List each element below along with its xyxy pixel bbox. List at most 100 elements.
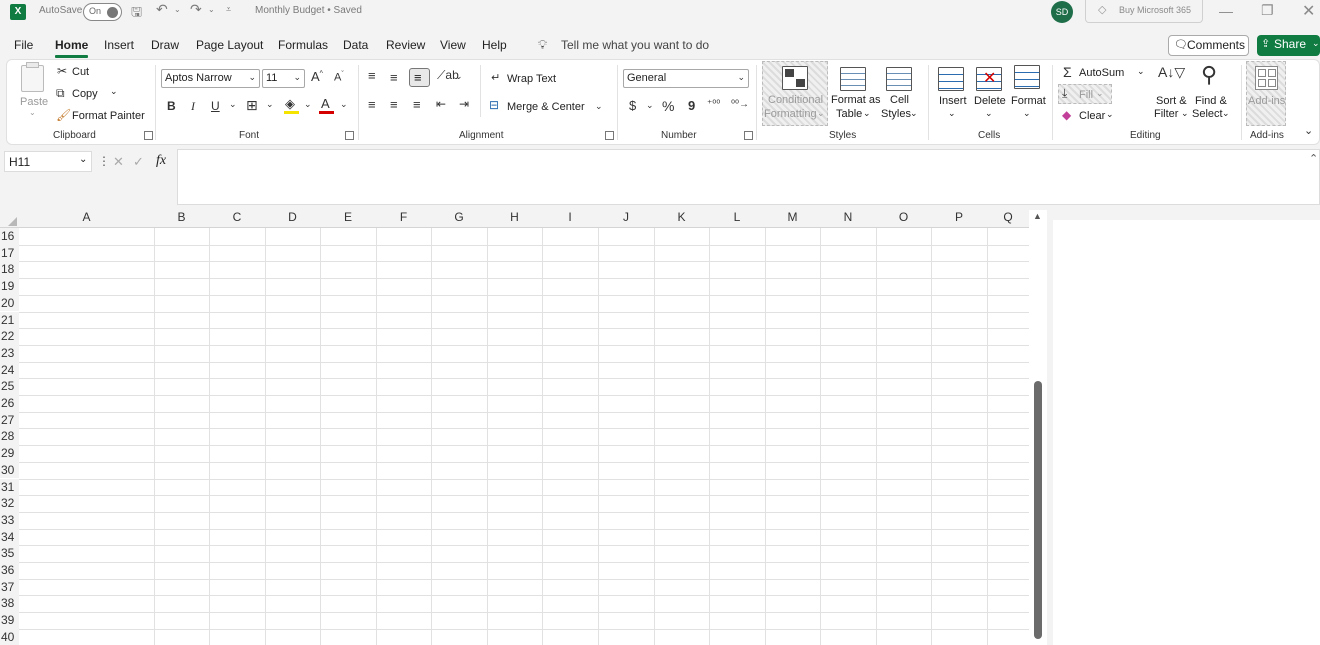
tab-file[interactable]: File — [14, 38, 33, 52]
buy-microsoft-365-button[interactable]: ◇ Buy Microsoft 365 — [1085, 0, 1203, 23]
font-color-dropdown-icon[interactable]: ⌄ — [340, 99, 348, 110]
underline-button[interactable]: U — [211, 99, 220, 113]
close-icon[interactable]: ✕ — [1302, 1, 1315, 21]
font-launcher-icon[interactable] — [345, 131, 354, 140]
sort-label[interactable]: Sort & — [1156, 95, 1187, 107]
more-options-icon[interactable]: ⋮ — [98, 154, 110, 168]
eraser-icon[interactable]: ◆ — [1062, 108, 1071, 122]
row-header-21[interactable]: 21 — [0, 311, 19, 329]
autosum-icon[interactable]: Σ — [1063, 64, 1072, 80]
tab-data[interactable]: Data — [343, 38, 368, 52]
column-header-j[interactable]: J — [598, 210, 654, 228]
format-dropdown-icon[interactable]: ⌄ — [1023, 108, 1031, 119]
row-header-38[interactable]: 38 — [0, 595, 19, 613]
undo-dropdown-icon[interactable]: ⌄ — [174, 5, 181, 14]
delete-cells-icon[interactable]: ✕ — [976, 67, 1002, 91]
tab-home[interactable]: Home — [55, 38, 88, 52]
column-header-g[interactable]: G — [431, 210, 487, 228]
column-header-l[interactable]: L — [709, 210, 765, 228]
format-painter-button[interactable]: Format Painter — [72, 110, 145, 122]
row-header-32[interactable]: 32 — [0, 495, 19, 512]
find-label[interactable]: Find & — [1195, 95, 1227, 107]
minimize-icon[interactable]: — — [1219, 3, 1233, 19]
cell-label[interactable]: Cell — [890, 94, 909, 106]
fill-color-icon[interactable]: ◈ — [285, 96, 295, 112]
percent-button[interactable]: % — [662, 98, 674, 114]
cell-styles-icon[interactable] — [886, 67, 912, 91]
row-header-33[interactable]: 33 — [0, 511, 19, 529]
italic-button[interactable]: I — [191, 99, 195, 114]
format-as-table-icon[interactable] — [840, 67, 866, 91]
align-left-icon[interactable]: ≡ — [368, 97, 376, 112]
align-right-icon[interactable]: ≡ — [413, 97, 421, 112]
column-header-o[interactable]: O — [876, 210, 931, 228]
wrap-text-icon[interactable]: ↵ — [491, 71, 500, 84]
autosum-button[interactable]: AutoSum — [1079, 67, 1124, 79]
copy-button[interactable]: Copy — [72, 88, 98, 100]
copy-icon[interactable]: ⧉ — [56, 86, 65, 101]
paste-button[interactable]: Paste — [20, 96, 48, 108]
tab-page-layout[interactable]: Page Layout — [196, 38, 263, 52]
number-format-select[interactable]: General ⌄ — [623, 69, 749, 88]
increase-decimal-icon[interactable]: ⁺⁰⁰ — [707, 99, 720, 110]
column-header-n[interactable]: N — [820, 210, 876, 228]
format-as-label[interactable]: Format as — [831, 94, 881, 106]
customize-qat-icon[interactable]: ⩡ — [226, 4, 231, 15]
row-header-18[interactable]: 18 — [0, 261, 19, 279]
alignment-launcher-icon[interactable] — [605, 131, 614, 140]
format-painter-icon[interactable]: 🖌︎ — [56, 108, 71, 122]
column-header-d[interactable]: D — [265, 210, 320, 228]
share-button[interactable]: ⇪ Share ⌄ — [1257, 35, 1320, 56]
row-header-16[interactable]: 16 — [0, 228, 19, 245]
merge-dropdown-icon[interactable]: ⌄ — [595, 101, 603, 112]
scrollbar-thumb[interactable] — [1034, 381, 1042, 639]
row-header-30[interactable]: 30 — [0, 461, 19, 479]
table-label[interactable]: Table — [836, 108, 862, 120]
tell-me-search[interactable]: Tell me what you want to do — [561, 38, 709, 52]
column-header-q[interactable]: Q — [987, 210, 1029, 228]
row-header-35[interactable]: 35 — [0, 545, 19, 562]
formula-input[interactable] — [177, 149, 1320, 205]
clear-dropdown-icon[interactable]: ⌄ — [1106, 109, 1114, 120]
select-all-corner[interactable] — [0, 210, 19, 228]
font-name-select[interactable]: Aptos Narrow ⌄ — [161, 69, 260, 88]
font-color-icon[interactable]: A — [321, 96, 330, 111]
row-header-17[interactable]: 17 — [0, 244, 19, 262]
insert-dropdown-icon[interactable]: ⌄ — [948, 108, 956, 119]
column-header-m[interactable]: M — [765, 210, 820, 228]
align-center-icon[interactable]: ≡ — [390, 97, 398, 112]
row-header-20[interactable]: 20 — [0, 294, 19, 312]
undo-icon[interactable]: ↶ — [156, 1, 168, 18]
insert-cells-icon[interactable] — [938, 67, 964, 91]
filter-label[interactable]: Filter — [1154, 108, 1178, 120]
collapse-ribbon-icon[interactable]: ⌄ — [1304, 124, 1313, 137]
column-header-i[interactable]: I — [542, 210, 598, 228]
delete-button[interactable]: Delete — [974, 95, 1006, 107]
avatar[interactable]: SD — [1051, 1, 1073, 23]
increase-font-size-icon[interactable]: A^ — [311, 69, 323, 84]
redo-dropdown-icon[interactable]: ⌄ — [208, 5, 215, 14]
column-header-e[interactable]: E — [320, 210, 376, 228]
row-header-23[interactable]: 23 — [0, 344, 19, 362]
tab-help[interactable]: Help — [482, 38, 507, 52]
row-header-29[interactable]: 29 — [0, 445, 19, 462]
tab-view[interactable]: View — [440, 38, 466, 52]
merge-center-button[interactable]: Merge & Center — [507, 101, 585, 113]
align-top-icon[interactable]: ≡ — [368, 68, 376, 83]
copy-dropdown-icon[interactable]: ⌄ — [110, 86, 118, 97]
orientation-dropdown-icon[interactable]: ⌄ — [455, 71, 463, 82]
row-header-39[interactable]: 39 — [0, 612, 19, 629]
find-select-dropdown-icon[interactable]: ⌄ — [1222, 108, 1230, 119]
row-header-22[interactable]: 22 — [0, 328, 19, 345]
row-header-26[interactable]: 26 — [0, 395, 19, 412]
autosum-dropdown-icon[interactable]: ⌄ — [1137, 66, 1145, 77]
file-title[interactable]: Monthly Budget • Saved — [255, 5, 362, 16]
name-box[interactable]: H11 ⌄ — [4, 151, 92, 172]
tab-insert[interactable]: Insert — [104, 38, 134, 52]
format-cells-icon[interactable] — [1014, 65, 1040, 89]
cancel-entry-icon[interactable]: ✕ — [113, 154, 124, 170]
collapse-formula-bar-icon[interactable]: ⌃ — [1309, 152, 1318, 165]
underline-dropdown-icon[interactable]: ⌄ — [229, 99, 237, 110]
column-header-k[interactable]: K — [654, 210, 709, 228]
decrease-decimal-icon[interactable]: ⁰⁰→ — [731, 99, 749, 110]
